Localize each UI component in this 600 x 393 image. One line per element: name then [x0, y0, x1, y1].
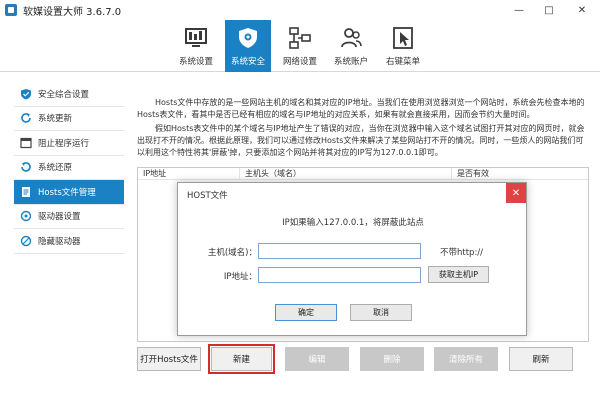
document-icon	[20, 186, 32, 198]
sidebar-item-system-update[interactable]: 系统更新	[14, 107, 124, 131]
edit-button[interactable]: 编辑	[285, 347, 349, 371]
top-toolbar: 系统设置 系统安全 网络设置 系统账户 右键菜单	[0, 20, 600, 72]
window-title: 软媒设置大师 3.6.7.0	[23, 6, 122, 18]
tab-system-settings[interactable]: 系统设置	[173, 20, 219, 72]
dialog-title: HOST文件	[187, 191, 228, 201]
tab-label: 系统安全	[230, 57, 265, 67]
hidden-drive-icon	[20, 235, 32, 247]
description-paragraph-1: Hosts文件中存放的是一些网站主机的域名和其对应的IP地址。当我们在使用浏览器…	[137, 98, 585, 119]
sidebar-item-drive-settings[interactable]: 驱动器设置	[14, 205, 124, 229]
sidebar-item-label: 隐藏驱动器	[38, 236, 81, 247]
column-header-valid[interactable]: 是否有效	[452, 168, 588, 179]
restore-icon	[20, 161, 32, 173]
cursor-icon	[390, 25, 416, 51]
sidebar-item-security-overview[interactable]: 安全综合设置	[14, 82, 124, 107]
maximize-button[interactable]: □	[534, 0, 564, 20]
column-header-ip[interactable]: IP地址	[138, 168, 240, 179]
sidebar-item-hosts-file[interactable]: Hosts文件管理	[14, 180, 124, 205]
delete-button[interactable]: 删除	[360, 347, 424, 371]
title-bar: 软媒设置大师 3.6.7.0 — □ ✕	[0, 0, 600, 20]
dialog-close-button[interactable]: ✕	[506, 183, 526, 203]
drive-icon	[20, 210, 32, 222]
host-hint: 不带http://	[440, 248, 484, 258]
clear-all-button[interactable]: 清除所有	[434, 347, 498, 371]
open-hosts-file-button[interactable]: 打开Hosts文件	[137, 347, 201, 371]
column-header-host[interactable]: 主机头（域名）	[240, 168, 452, 179]
tab-label: 右键菜单	[385, 57, 420, 67]
host-label: 主机(域名)：	[207, 248, 257, 258]
sidebar-item-label: 系统还原	[38, 163, 73, 174]
ip-input[interactable]	[258, 267, 421, 283]
tab-context-menu[interactable]: 右键菜单	[380, 20, 426, 72]
tab-label: 系统设置	[178, 57, 213, 67]
ip-label: IP地址：	[223, 272, 257, 282]
app-logo-icon	[5, 4, 17, 16]
tab-network-settings[interactable]: 网络设置	[277, 20, 323, 72]
hosts-description: Hosts文件中存放的是一些网站主机的域名和其对应的IP地址。当我们在使用浏览器…	[137, 97, 589, 161]
cancel-button[interactable]: 取消	[350, 304, 412, 321]
shield-check-icon	[20, 88, 32, 100]
ok-button[interactable]: 确定	[275, 304, 337, 321]
users-icon	[338, 25, 364, 51]
minimize-button[interactable]: —	[504, 0, 534, 20]
sidebar-item-system-restore[interactable]: 系统还原	[14, 156, 124, 180]
get-host-ip-button[interactable]: 获取主机IP	[428, 266, 489, 283]
tab-label: 网络设置	[282, 57, 317, 67]
dialog-note: IP如果输入127.0.0.1，将屏蔽此站点	[282, 218, 424, 228]
sidebar-item-block-program[interactable]: 阻止程序运行	[14, 131, 124, 156]
tab-system-security[interactable]: 系统安全	[225, 20, 271, 72]
close-button[interactable]: ✕	[564, 0, 600, 20]
host-file-dialog: HOST文件 ✕ IP如果输入127.0.0.1，将屏蔽此站点 主机(域名)： …	[177, 182, 527, 336]
sidebar-item-label: 系统更新	[38, 114, 73, 125]
monitor-icon	[183, 25, 209, 51]
tab-system-accounts[interactable]: 系统账户	[328, 20, 374, 72]
host-input[interactable]	[258, 243, 421, 259]
sidebar-item-label: Hosts文件管理	[38, 187, 96, 198]
network-icon	[287, 25, 313, 51]
tab-label: 系统账户	[333, 57, 368, 67]
refresh-icon	[20, 112, 32, 124]
sidebar-item-label: 安全综合设置	[38, 89, 90, 100]
sidebar-item-label: 驱动器设置	[38, 212, 81, 223]
window-controls: — □ ✕	[504, 0, 600, 20]
description-paragraph-2: 假如Hosts表文件中的某个域名与IP地址产生了错误的对应，当你在浏览器中输入这…	[137, 124, 585, 157]
table-header: IP地址 主机头（域名） 是否有效	[138, 168, 588, 180]
shield-icon	[235, 25, 261, 51]
block-icon	[20, 137, 32, 149]
sidebar-item-hide-drive[interactable]: 隐藏驱动器	[14, 229, 124, 254]
sidebar: 安全综合设置 系统更新 阻止程序运行 系统还原 Hosts文件管理 驱动器设置	[14, 82, 124, 260]
refresh-button[interactable]: 刷新	[509, 347, 573, 371]
new-entry-button[interactable]: 新建	[208, 344, 275, 374]
sidebar-item-label: 阻止程序运行	[38, 138, 90, 149]
